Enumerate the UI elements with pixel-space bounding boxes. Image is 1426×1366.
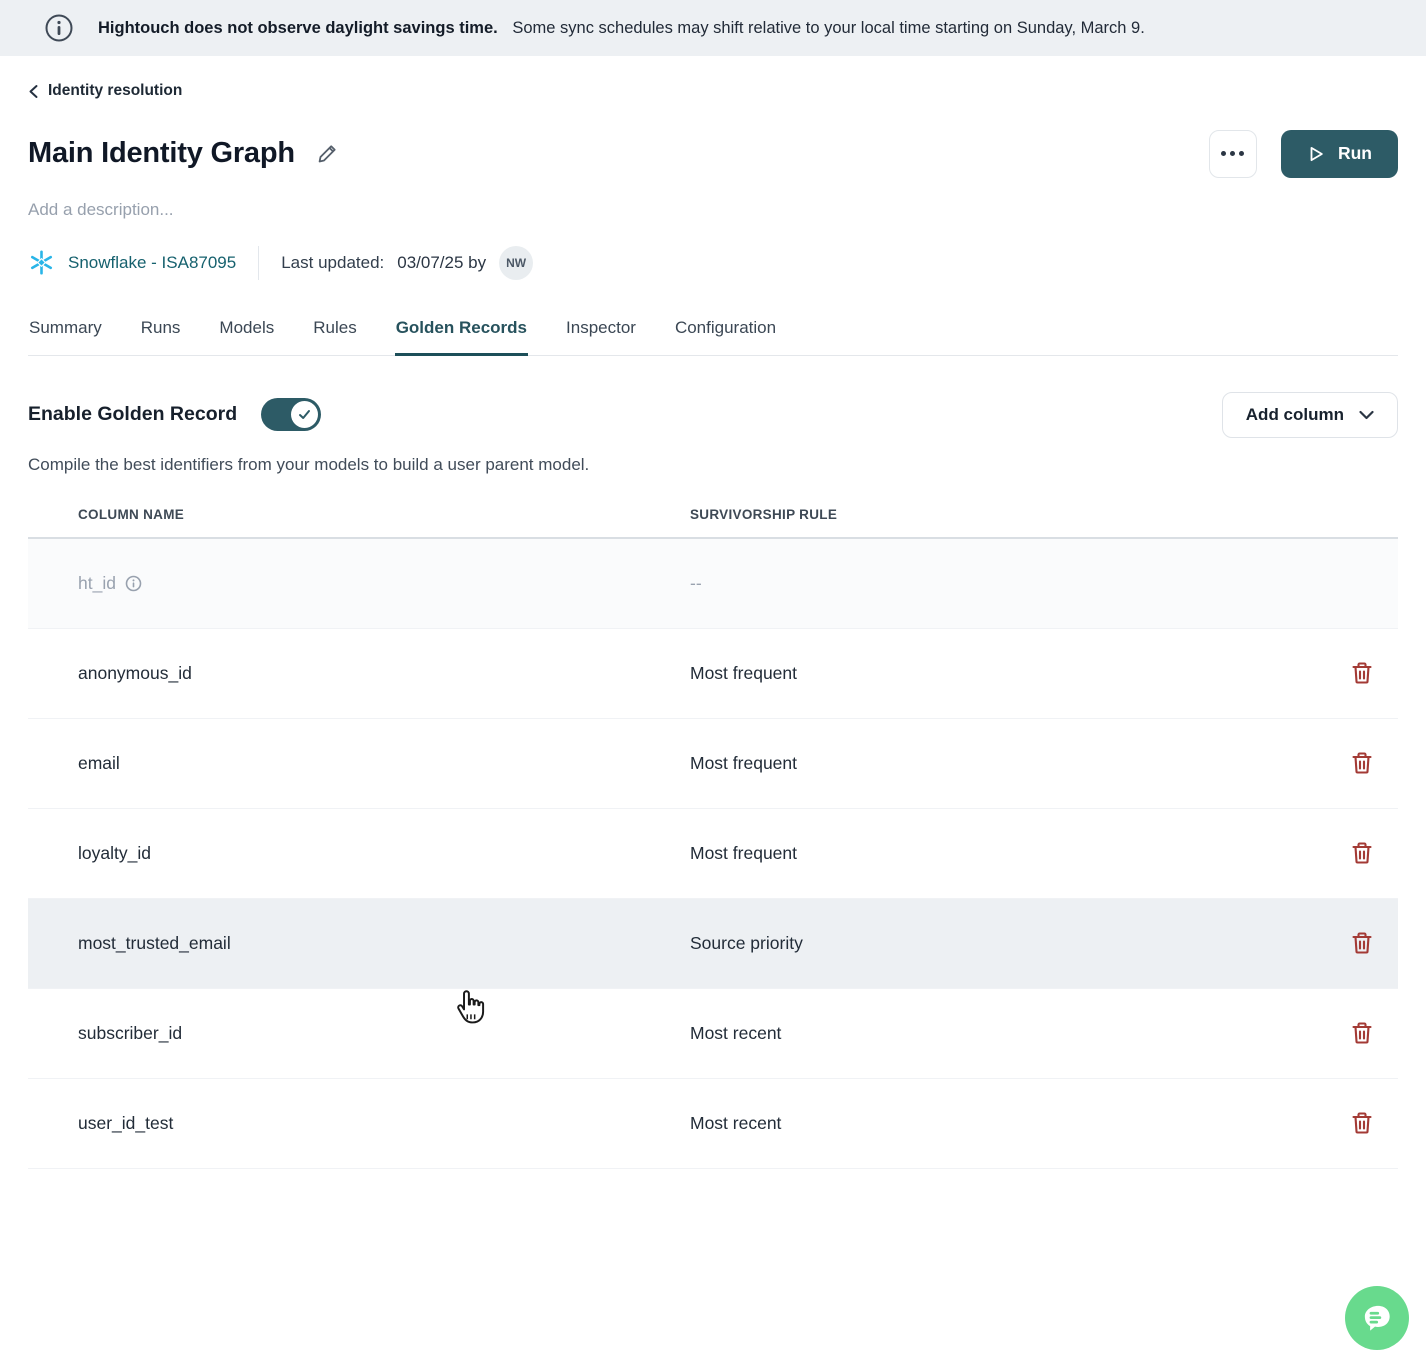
- survivorship-rule: Most frequent: [690, 753, 1326, 774]
- table-row[interactable]: loyalty_id Most frequent: [28, 809, 1398, 899]
- breadcrumb[interactable]: Identity resolution: [28, 82, 182, 100]
- column-name: ht_id: [78, 573, 116, 594]
- more-options-button[interactable]: [1209, 130, 1257, 178]
- tab-configuration[interactable]: Configuration: [674, 310, 777, 356]
- delete-button[interactable]: [1347, 1017, 1377, 1049]
- check-icon: [297, 407, 312, 422]
- trash-icon: [1351, 751, 1373, 775]
- toggle-knob: [291, 401, 318, 428]
- golden-record-header: Enable Golden Record Add column: [28, 392, 1398, 438]
- chevron-down-icon: [1359, 410, 1374, 420]
- description-placeholder[interactable]: Add a description...: [28, 200, 1398, 220]
- source-link[interactable]: Snowflake - ISA87095: [28, 249, 236, 276]
- pencil-icon: [317, 143, 338, 164]
- notification-banner: Hightouch does not observe daylight savi…: [0, 0, 1426, 56]
- column-name: most_trusted_email: [78, 933, 231, 954]
- delete-button[interactable]: [1347, 837, 1377, 869]
- trash-icon: [1351, 841, 1373, 865]
- column-name: subscriber_id: [78, 1023, 182, 1044]
- play-icon: [1307, 145, 1325, 163]
- run-button-label: Run: [1338, 143, 1372, 164]
- tab-models[interactable]: Models: [218, 310, 275, 356]
- enable-golden-record-toggle[interactable]: [261, 398, 321, 431]
- column-name: user_id_test: [78, 1113, 173, 1134]
- chevron-left-icon: [28, 84, 39, 99]
- chat-launcher-button[interactable]: [1345, 1286, 1409, 1350]
- delete-button[interactable]: [1347, 1107, 1377, 1139]
- tab-golden-records[interactable]: Golden Records: [395, 310, 528, 356]
- tab-summary[interactable]: Summary: [28, 310, 103, 356]
- page-header: Main Identity Graph Run: [28, 130, 1398, 178]
- column-name: loyalty_id: [78, 843, 151, 864]
- add-column-button[interactable]: Add column: [1222, 392, 1398, 438]
- survivorship-rule-header: SURVIVORSHIP RULE: [690, 507, 1326, 522]
- trash-icon: [1351, 1021, 1373, 1045]
- column-name-header: COLUMN NAME: [78, 507, 690, 522]
- avatar[interactable]: NW: [499, 246, 533, 280]
- table-row[interactable]: ht_id --: [28, 539, 1398, 629]
- last-updated: Last updated: 03/07/25 by NW: [281, 246, 533, 280]
- page-title: Main Identity Graph: [28, 137, 295, 170]
- snowflake-icon: [28, 249, 55, 276]
- run-button[interactable]: Run: [1281, 130, 1398, 178]
- golden-record-table: COLUMN NAME SURVIVORSHIP RULE ht_id -- a…: [28, 507, 1398, 1169]
- banner-text: Hightouch does not observe daylight savi…: [98, 19, 1145, 38]
- survivorship-rule: Most frequent: [690, 663, 1326, 684]
- tab-rules[interactable]: Rules: [312, 310, 357, 356]
- survivorship-rule: Source priority: [690, 933, 1326, 954]
- golden-record-subtitle: Compile the best identifiers from your m…: [28, 455, 1398, 475]
- add-column-label: Add column: [1246, 405, 1344, 425]
- survivorship-rule: Most recent: [690, 1023, 1326, 1044]
- divider: [258, 246, 259, 280]
- source-name: Snowflake - ISA87095: [68, 253, 236, 273]
- delete-button[interactable]: [1347, 927, 1377, 959]
- ellipsis-icon: [1221, 151, 1226, 156]
- survivorship-rule: --: [690, 573, 1326, 594]
- delete-button[interactable]: [1347, 747, 1377, 779]
- chat-bubble-icon: [1358, 1299, 1396, 1337]
- meta-row: Snowflake - ISA87095 Last updated: 03/07…: [28, 246, 1398, 280]
- tab-inspector[interactable]: Inspector: [565, 310, 637, 356]
- survivorship-rule: Most frequent: [690, 843, 1326, 864]
- table-row[interactable]: anonymous_id Most frequent: [28, 629, 1398, 719]
- tab-runs[interactable]: Runs: [140, 310, 182, 356]
- table-row[interactable]: subscriber_id Most recent: [28, 989, 1398, 1079]
- delete-button[interactable]: [1347, 657, 1377, 689]
- tab-bar: Summary Runs Models Rules Golden Records…: [28, 310, 1398, 356]
- column-name: anonymous_id: [78, 663, 192, 684]
- survivorship-rule: Most recent: [690, 1113, 1326, 1134]
- table-header-row: COLUMN NAME SURVIVORSHIP RULE: [28, 507, 1398, 539]
- edit-title-button[interactable]: [317, 143, 338, 164]
- enable-golden-record-label: Enable Golden Record: [28, 403, 237, 426]
- table-row[interactable]: user_id_test Most recent: [28, 1079, 1398, 1169]
- table-body: ht_id -- anonymous_id Most frequent: [28, 539, 1398, 1169]
- table-row[interactable]: email Most frequent: [28, 719, 1398, 809]
- last-updated-label: Last updated:: [281, 253, 384, 273]
- banner-bold-text: Hightouch does not observe daylight savi…: [98, 19, 498, 37]
- trash-icon: [1351, 931, 1373, 955]
- info-circle-icon: [44, 13, 74, 43]
- column-name: email: [78, 753, 120, 774]
- trash-icon: [1351, 661, 1373, 685]
- last-updated-value: 03/07/25 by: [397, 253, 486, 273]
- breadcrumb-label: Identity resolution: [48, 82, 182, 100]
- info-icon[interactable]: [125, 575, 142, 592]
- banner-rest-text: Some sync schedules may shift relative t…: [512, 19, 1144, 37]
- trash-icon: [1351, 1111, 1373, 1135]
- table-row[interactable]: most_trusted_email Source priority: [28, 899, 1398, 989]
